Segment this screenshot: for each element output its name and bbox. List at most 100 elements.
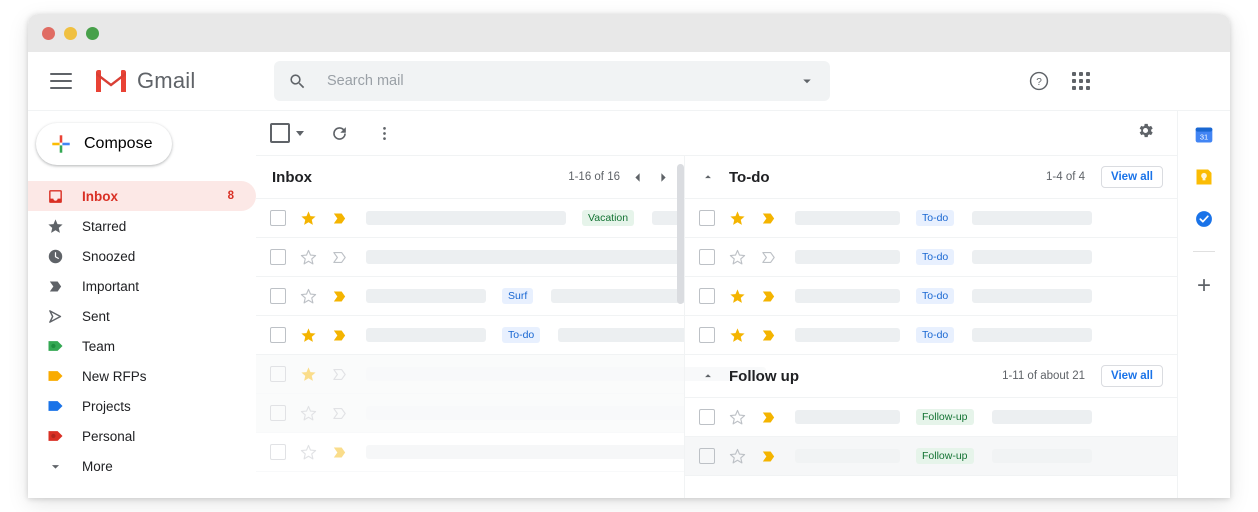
help-icon[interactable]: ? [1028,70,1050,92]
google-calendar-icon[interactable]: 31 [1194,125,1214,145]
status-badge[interactable]: Vacation [582,210,635,226]
hamburger-icon[interactable] [50,73,72,89]
chevron-up-icon[interactable] [701,369,715,383]
google-keep-icon[interactable] [1194,167,1214,187]
star-icon[interactable] [300,405,317,422]
star-icon[interactable] [300,249,317,266]
row-checkbox[interactable] [270,210,286,226]
header-actions: ? [1028,70,1090,92]
star-icon[interactable] [729,327,746,344]
browser-window: Gmail ? [28,14,1230,498]
important-icon[interactable] [331,444,348,461]
row-checkbox[interactable] [270,327,286,343]
row-checkbox[interactable] [699,249,715,265]
sidebar-item-team[interactable]: Team [28,331,256,361]
row-checkbox[interactable] [270,249,286,265]
table-row[interactable]: To-do [685,277,1177,316]
row-checkbox[interactable] [699,448,715,464]
status-badge[interactable]: To-do [502,327,541,343]
important-icon[interactable] [331,249,348,266]
table-row[interactable]: To-do [685,316,1177,355]
chevron-right-icon[interactable] [655,169,672,186]
table-row[interactable] [256,433,766,472]
search-bar[interactable] [274,61,830,101]
sidebar-item-starred[interactable]: Starred [28,211,256,241]
table-row[interactable]: Follow-up [685,437,1177,476]
window-minimize-button[interactable] [64,26,77,40]
sidebar-item-important[interactable]: Important [28,271,256,301]
chevron-down-icon[interactable] [798,72,816,90]
followup-view-all-button[interactable]: View all [1101,365,1163,387]
table-row[interactable]: Vacation [256,199,783,238]
window-close-button[interactable] [42,26,55,40]
refresh-button[interactable] [330,124,349,143]
star-icon[interactable] [300,327,317,344]
important-icon[interactable] [760,288,777,305]
important-icon[interactable] [760,210,777,227]
table-row[interactable] [256,355,766,394]
important-icon[interactable] [760,249,777,266]
important-icon[interactable] [331,210,348,227]
row-checkbox[interactable] [270,366,286,382]
status-badge[interactable]: Follow-up [916,448,974,464]
important-icon[interactable] [760,448,777,465]
row-checkbox[interactable] [270,444,286,460]
table-row[interactable]: To-do [256,316,724,355]
table-row[interactable] [256,238,766,277]
row-checkbox[interactable] [270,405,286,421]
inbox-scrollbar[interactable] [677,164,684,304]
sidebar-item-more[interactable]: More [28,451,256,481]
sidebar-item-snoozed[interactable]: Snoozed [28,241,256,271]
table-row[interactable] [256,394,766,433]
row-checkbox[interactable] [699,210,715,226]
table-row[interactable]: To-do [685,238,1177,277]
settings-button[interactable] [1136,121,1155,145]
important-icon[interactable] [331,327,348,344]
sidebar-item-projects[interactable]: Projects [28,391,256,421]
sidebar-item-sent[interactable]: Sent [28,301,256,331]
star-icon[interactable] [729,288,746,305]
row-checkbox[interactable] [699,288,715,304]
important-icon[interactable] [760,409,777,426]
star-icon[interactable] [300,210,317,227]
todo-view-all-button[interactable]: View all [1101,166,1163,188]
important-icon[interactable] [331,366,348,383]
sidebar-item-inbox[interactable]: Inbox 8 [28,181,256,211]
chevron-up-icon[interactable] [701,170,715,184]
window-titlebar [28,14,1230,52]
important-icon[interactable] [331,405,348,422]
star-icon[interactable] [300,288,317,305]
select-all-caret-icon[interactable] [296,130,304,136]
important-icon[interactable] [760,327,777,344]
status-badge[interactable]: Surf [502,288,534,304]
status-badge[interactable]: To-do [916,249,955,265]
table-row[interactable]: Surf [256,277,727,316]
sidebar-item-new-rfps[interactable]: New RFPs [28,361,256,391]
status-badge[interactable]: To-do [916,288,955,304]
star-icon[interactable] [300,444,317,461]
star-icon[interactable] [300,366,317,383]
status-badge[interactable]: To-do [916,210,955,226]
compose-button[interactable]: Compose [36,123,172,165]
google-tasks-icon[interactable] [1194,209,1214,229]
row-checkbox[interactable] [699,409,715,425]
table-row[interactable]: To-do [685,199,1177,238]
table-row[interactable]: Follow-up [685,398,1177,437]
row-checkbox[interactable] [270,288,286,304]
star-icon[interactable] [729,210,746,227]
select-all-checkbox[interactable] [270,123,290,143]
important-icon[interactable] [331,288,348,305]
star-icon[interactable] [729,409,746,426]
window-maximize-button[interactable] [86,26,99,40]
chevron-left-icon[interactable] [629,169,646,186]
star-icon[interactable] [729,249,746,266]
more-options-button[interactable] [375,124,394,143]
search-input[interactable] [325,72,798,90]
star-icon[interactable] [729,448,746,465]
apps-grid-icon[interactable] [1072,72,1090,90]
sidebar-item-personal[interactable]: Personal [28,421,256,451]
status-badge[interactable]: Follow-up [916,409,974,425]
row-checkbox[interactable] [699,327,715,343]
status-badge[interactable]: To-do [916,327,955,343]
plus-icon[interactable]: + [1197,274,1211,298]
